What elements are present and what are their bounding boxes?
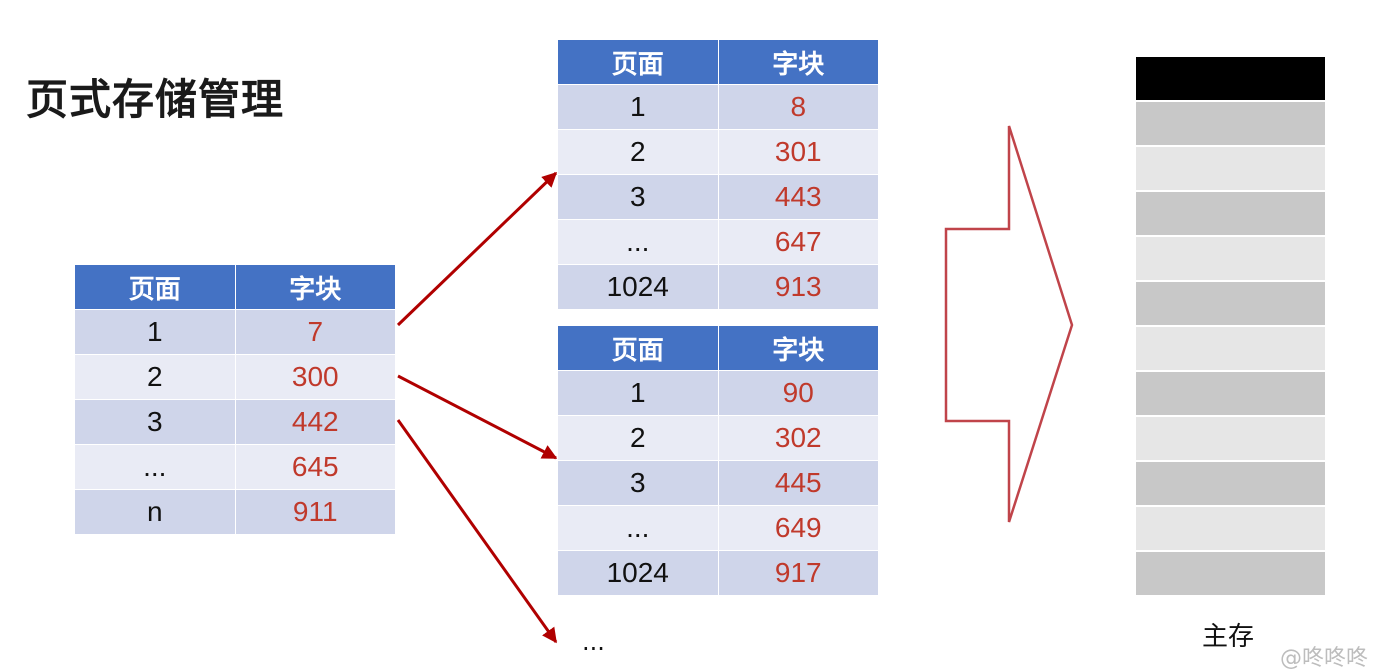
memory-cell [1136,237,1325,282]
arrow-to-more [396,419,558,644]
memory-cell [1136,57,1325,102]
memory-cell [1136,282,1325,327]
page-cell: 1 [557,84,719,130]
memory-cell [1136,462,1325,507]
arrow-to-table-2 [397,374,558,460]
memory-cell [1136,372,1325,417]
page-cell: 2 [557,415,719,461]
second-level-page-table-2: 页面 字块 1 90 2 302 3 445... 649 1024 917 [557,325,879,596]
page-cell: n [74,489,236,535]
more-tables-ellipsis: ... [582,628,605,656]
page-cell: 1 [74,309,236,355]
block-cell: 917 [717,550,879,596]
memory-cell [1136,417,1325,462]
second-level-page-table-1: 页面 字块 1 8 2 301 3 443... 647 1024 913 [557,39,879,310]
block-cell: 90 [717,370,879,416]
column-header-block: 字块 [234,264,396,310]
block-cell: 443 [717,174,879,220]
memory-cell [1136,552,1325,597]
page-cell: ... [557,505,719,551]
memory-cell [1136,192,1325,237]
page-cell: 3 [74,399,236,445]
block-cell: 913 [717,264,879,310]
page-cell: 2 [557,129,719,175]
block-cell: 7 [234,309,396,355]
table-row: 1024 913 [557,264,879,310]
first-level-page-table: 页面 字块 1 7 2 300 3 442... 645 n 911 [74,264,396,535]
page-cell: 1024 [557,550,719,596]
memory-cell [1136,102,1325,147]
table-row: 1 90 [557,370,879,416]
page-cell: 1 [557,370,719,416]
page-cell: 2 [74,354,236,400]
block-cell: 647 [717,219,879,265]
column-header-page: 页面 [557,39,719,85]
table-row: 2 300 [74,354,396,400]
block-cell: 301 [717,129,879,175]
memory-cell [1136,507,1325,552]
main-memory-label: 主存 [1202,622,1255,652]
block-cell: 8 [717,84,879,130]
main-memory-block [1136,57,1325,597]
block-cell: 442 [234,399,396,445]
table-row: 3 443 [557,174,879,220]
author-credit: @咚咚咚 [1280,646,1369,671]
column-header-block: 字块 [717,39,879,85]
table-row: 17 [74,309,396,355]
table-row: 3 442 [74,399,396,445]
memory-cell [1136,327,1325,372]
block-cell: 649 [717,505,879,551]
page-cell: ... [74,444,236,490]
table-row: 2 302 [557,415,879,461]
arrow-to-table-1 [396,171,558,327]
table-row: ... 649 [557,505,879,551]
table-row: n 911 [74,489,396,535]
page-cell: ... [557,219,719,265]
page-cell: 3 [557,174,719,220]
block-cell: 445 [717,460,879,506]
table-row: 1024 917 [557,550,879,596]
column-header-page: 页面 [557,325,719,371]
column-header-block: 字块 [717,325,879,371]
table-row: ... 647 [557,219,879,265]
block-cell: 300 [234,354,396,400]
block-cell: 645 [234,444,396,490]
block-cell: 911 [234,489,396,535]
page-cell: 1024 [557,264,719,310]
table-row: ... 645 [74,444,396,490]
table-row: 3 445 [557,460,879,506]
column-header-page: 页面 [74,264,236,310]
page-cell: 3 [557,460,719,506]
table-row: 2 301 [557,129,879,175]
memory-cell [1136,147,1325,192]
block-cell: 302 [717,415,879,461]
table-row: 18 [557,84,879,130]
big-right-arrow [944,125,1074,523]
